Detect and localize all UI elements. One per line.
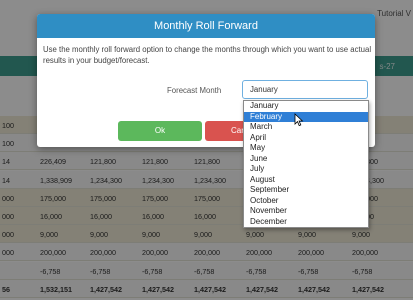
dropdown-option[interactable]: July — [244, 164, 368, 175]
dropdown-option[interactable]: June — [244, 154, 368, 165]
dropdown-option[interactable]: August — [244, 175, 368, 186]
modal-description: Use the monthly roll forward option to c… — [43, 45, 372, 65]
dropdown-option[interactable]: October — [244, 196, 368, 207]
dropdown-option[interactable]: April — [244, 133, 368, 144]
ok-button[interactable]: Ok — [118, 121, 202, 141]
dropdown-option[interactable]: May — [244, 143, 368, 154]
forecast-month-select[interactable]: January — [242, 80, 368, 99]
mouse-cursor-icon — [294, 113, 304, 127]
forecast-month-dropdown[interactable]: January February March April May June July Augu… — [243, 100, 369, 228]
dropdown-option[interactable]: March — [244, 122, 368, 133]
dropdown-option[interactable]: December — [244, 217, 368, 228]
dropdown-option[interactable]: September — [244, 185, 368, 196]
dropdown-option[interactable]: January — [244, 101, 368, 112]
forecast-month-label: Forecast Month — [167, 86, 222, 95]
modal-title: Monthly Roll Forward — [37, 14, 375, 38]
dropdown-option[interactable]: November — [244, 206, 368, 217]
dropdown-option[interactable]: February — [244, 111, 368, 122]
